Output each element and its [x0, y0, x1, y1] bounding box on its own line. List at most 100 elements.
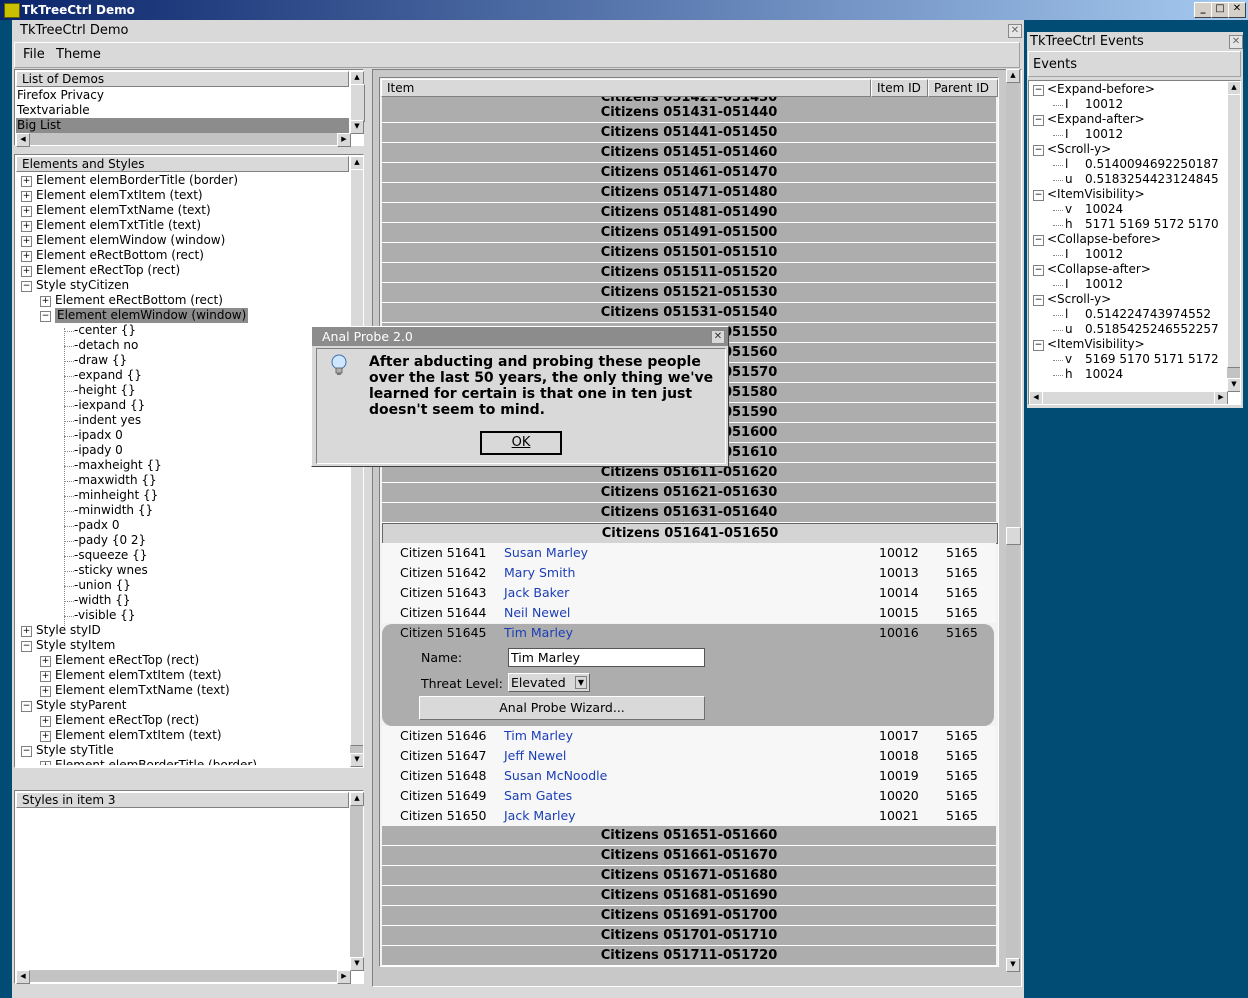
scroll-thumb[interactable] [350, 84, 365, 122]
tree-item[interactable]: Style styTitle [36, 743, 114, 758]
collapse-icon[interactable]: − [1033, 190, 1044, 201]
expand-icon[interactable]: + [40, 761, 51, 765]
tree-item[interactable]: Style styItem [36, 638, 115, 653]
tree-item[interactable]: Element elemBorderTitle (border) [55, 758, 257, 765]
expand-icon[interactable]: + [21, 206, 32, 217]
column-header-item[interactable]: Item [381, 79, 871, 97]
scroll-thumb[interactable] [1042, 391, 1216, 404]
tree-item[interactable]: -maxwidth {} [74, 473, 157, 488]
collapse-icon[interactable]: − [1033, 115, 1044, 126]
demo-item-big-list[interactable]: Big List [16, 118, 349, 133]
anal-probe-wizard-button[interactable]: Anal Probe Wizard... [419, 696, 705, 720]
tree-item[interactable]: Element eRectTop (rect) [55, 713, 199, 728]
event-name[interactable]: <ItemVisibility> [1047, 337, 1145, 352]
scroll-right-icon[interactable]: ▶ [337, 970, 351, 984]
event-name[interactable]: <Expand-before> [1047, 82, 1155, 97]
demo-window-close-icon[interactable]: ✕ [1008, 24, 1022, 38]
dialog-close-icon[interactable]: ✕ [711, 330, 725, 344]
scroll-up-icon[interactable]: ▲ [350, 792, 364, 806]
threat-level-select[interactable]: Elevated ▼ [508, 673, 590, 692]
events-vscroll[interactable]: ▲ ▼ [1227, 81, 1240, 392]
collapse-icon[interactable]: − [1033, 145, 1044, 156]
expand-icon[interactable]: + [40, 731, 51, 742]
tree-item[interactable]: -pady {0 2} [74, 533, 146, 548]
column-header-item-id[interactable]: Item ID [871, 79, 928, 97]
collapse-icon[interactable]: − [1033, 265, 1044, 276]
scroll-thumb[interactable] [1227, 94, 1240, 368]
expand-icon[interactable]: + [21, 221, 32, 232]
styles-hscroll[interactable]: ◀ ▶ [16, 970, 351, 984]
biglist-vscroll[interactable]: ▲ ▼ [1006, 69, 1021, 972]
scroll-right-icon[interactable]: ▶ [337, 133, 351, 147]
tree-item[interactable]: -squeeze {} [74, 548, 147, 563]
scroll-left-icon[interactable]: ◀ [16, 970, 30, 984]
collapse-icon[interactable]: − [1033, 235, 1044, 246]
tree-item[interactable]: Element eRectTop (rect) [55, 653, 199, 668]
tree-item[interactable]: -maxheight {} [74, 458, 162, 473]
demos-list-hscroll[interactable]: ◀ ▶ [16, 133, 351, 147]
scroll-right-icon[interactable]: ▶ [1214, 391, 1228, 404]
tree-item[interactable]: -width {} [74, 593, 131, 608]
tree-item[interactable]: -center {} [74, 323, 136, 338]
tree-item[interactable]: -indent yes [74, 413, 141, 428]
expand-icon[interactable]: + [21, 251, 32, 262]
expand-icon[interactable]: + [40, 686, 51, 697]
event-name[interactable]: <Collapse-after> [1047, 262, 1151, 277]
scroll-left-icon[interactable]: ◀ [16, 133, 30, 147]
demos-list-header[interactable]: List of Demos [16, 71, 349, 87]
collapse-icon[interactable]: − [1033, 85, 1044, 96]
tree-item[interactable]: Element elemTxtItem (text) [55, 668, 222, 683]
tree-item[interactable]: -union {} [74, 578, 131, 593]
tree-item[interactable]: Style styID [36, 623, 101, 638]
scroll-down-icon[interactable]: ▼ [1006, 958, 1020, 972]
expand-icon[interactable]: + [40, 716, 51, 727]
tree-item[interactable]: Element elemTxtTitle (text) [36, 218, 201, 233]
expand-icon[interactable]: + [40, 671, 51, 682]
elements-tree-header[interactable]: Elements and Styles [16, 156, 349, 172]
events-hscroll[interactable]: ◀ ▶ [1029, 391, 1228, 404]
name-input[interactable]: Tim Marley [508, 648, 705, 667]
tree-item[interactable]: -visible {} [74, 608, 135, 623]
scroll-down-icon[interactable]: ▼ [350, 957, 364, 971]
styles-vscroll[interactable]: ▲ ▼ [350, 792, 364, 971]
event-name[interactable]: <Collapse-before> [1047, 232, 1161, 247]
tree-item[interactable]: Element elemBorderTitle (border) [36, 173, 238, 188]
tree-item[interactable]: Element eRectTop (rect) [36, 263, 180, 278]
demo-item-textvariable[interactable]: Textvariable [17, 103, 350, 118]
scroll-down-icon[interactable]: ▼ [350, 753, 363, 767]
menu-theme[interactable]: Theme [56, 47, 101, 62]
expand-icon[interactable]: + [21, 266, 32, 277]
expand-icon[interactable]: + [40, 296, 51, 307]
tree-item[interactable]: Element elemWindow (window) [36, 233, 225, 248]
scroll-up-icon[interactable]: ▲ [350, 156, 363, 170]
events-window-close-icon[interactable]: ✕ [1229, 35, 1243, 49]
scroll-down-icon[interactable]: ▼ [1227, 378, 1240, 392]
ok-button[interactable]: OK [480, 431, 562, 455]
expand-icon[interactable]: + [21, 626, 32, 637]
event-name[interactable]: <Scroll-y> [1047, 142, 1111, 157]
tree-item-selected[interactable]: Element elemWindow (window) [55, 308, 249, 323]
collapse-icon[interactable]: − [1033, 295, 1044, 306]
tree-item[interactable]: -minheight {} [74, 488, 158, 503]
expand-icon[interactable]: + [40, 656, 51, 667]
expand-icon[interactable]: + [21, 236, 32, 247]
tree-item[interactable]: -ipadx 0 [74, 428, 123, 443]
event-name[interactable]: <Expand-after> [1047, 112, 1145, 127]
demo-item-firefox-privacy[interactable]: Firefox Privacy [17, 88, 350, 103]
collapse-icon[interactable]: − [1033, 340, 1044, 351]
tree-item[interactable]: Element elemTxtItem (text) [36, 188, 203, 203]
tree-item[interactable]: Element eRectBottom (rect) [55, 293, 223, 308]
tree-item[interactable]: -sticky wnes [74, 563, 148, 578]
tree-item[interactable]: Element elemTxtName (text) [36, 203, 211, 218]
chevron-down-icon[interactable]: ▼ [575, 676, 587, 689]
demos-list-vscroll[interactable]: ▲ ▼ [350, 71, 365, 134]
scroll-left-icon[interactable]: ◀ [1029, 391, 1043, 404]
event-name[interactable]: <ItemVisibility> [1047, 187, 1145, 202]
scroll-down-icon[interactable]: ▼ [350, 120, 364, 134]
tree-item[interactable]: Element elemTxtName (text) [55, 683, 230, 698]
collapse-icon[interactable]: − [40, 311, 51, 322]
scroll-thumb[interactable] [1006, 527, 1021, 545]
collapse-icon[interactable]: − [21, 746, 32, 757]
collapse-icon[interactable]: − [21, 641, 32, 652]
minimize-button[interactable]: _ [1194, 2, 1212, 18]
